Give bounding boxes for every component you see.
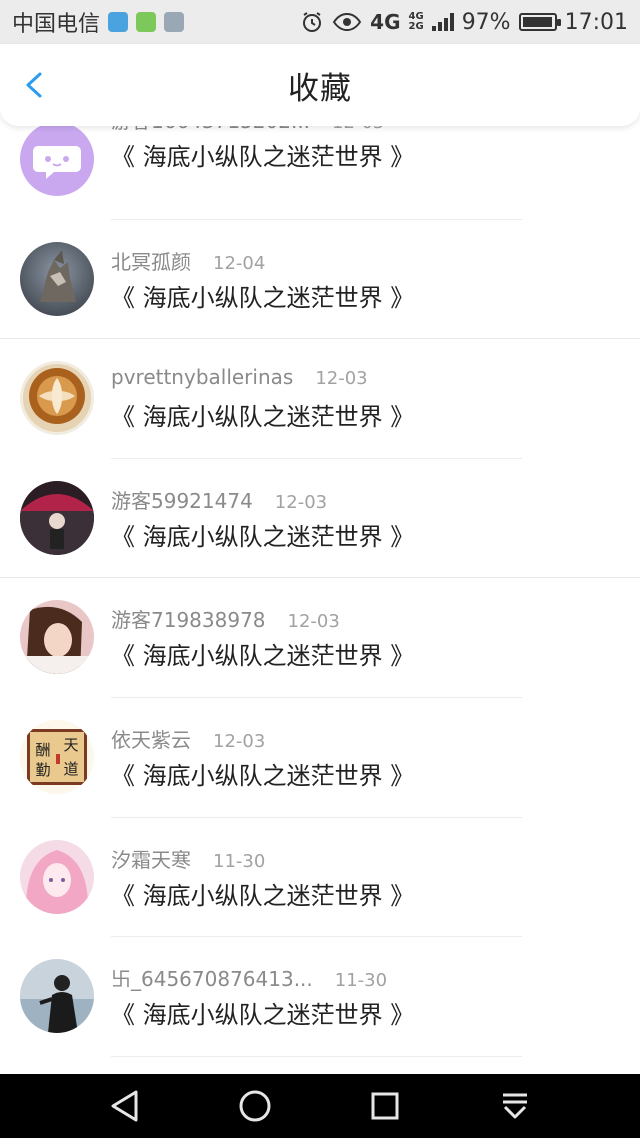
clock: 17:01 <box>564 9 628 35</box>
item-meta: 汐霜天寒 11-30 <box>111 844 265 873</box>
network-2g-small: 2G <box>408 21 424 32</box>
girl-portrait-avatar <box>20 600 94 675</box>
list-item[interactable]: 北冥孤颜 12-04 《 海底小纵队之迷茫世界 》 <box>0 220 640 340</box>
umbrella-avatar <box>20 480 94 555</box>
battery-percent: 97% <box>461 9 511 35</box>
video-title: 《 海底小纵队之迷茫世界 》 <box>111 642 415 671</box>
network-4g-label: 4G <box>370 10 401 34</box>
date: 12-03 <box>287 611 340 633</box>
recents-square-icon[interactable] <box>363 1084 407 1128</box>
username: 游客59921474 <box>111 488 253 513</box>
username: 卐_645670876413... <box>111 967 313 992</box>
list-item[interactable]: 汐霜天寒 11-30 《 海底小纵队之迷茫世界 》 <box>0 818 640 938</box>
video-title: 《 海底小纵队之迷茫世界 》 <box>111 1001 415 1030</box>
system-nav-bar <box>0 1074 640 1138</box>
item-meta: 卐_645670876413... 11-30 <box>111 963 387 992</box>
username: 汐霜天寒 <box>111 847 191 872</box>
alarm-icon <box>303 12 322 32</box>
network-type-indicator: 4G 2G <box>409 12 424 32</box>
battery-icon <box>518 13 561 31</box>
chat-bubble-avatar <box>20 122 94 196</box>
carrier-name: 中国电信 <box>12 12 101 37</box>
latte-art-avatar <box>20 361 94 436</box>
video-title: 《 海底小纵队之迷茫世界 》 <box>111 522 415 551</box>
username: 北冥孤颜 <box>111 249 191 274</box>
anime-girl-avatar <box>20 839 94 914</box>
date: 12-03 <box>274 491 328 513</box>
list-item[interactable]: 游客719838978 12-03 《 海底小纵队之迷茫世界 》 <box>0 578 640 698</box>
video-title: 《 海底小纵队之迷茫世界 》 <box>111 143 415 171</box>
username: pvrettnyballerinas <box>111 365 294 390</box>
list-item[interactable]: 酬 天 勤 道 依天紫云 12-03 《 海底小纵队之迷茫世界 》 <box>0 698 640 818</box>
item-meta: 依天紫云 12-03 <box>111 724 265 753</box>
item-meta: 游客719838978 12-03 <box>111 604 340 633</box>
status-bar-left: 中国电信 <box>12 6 185 38</box>
status-bar: 中国电信 4G 4G 2G 97% 17:01 <box>0 0 640 44</box>
notification-pulldown-icon[interactable] <box>493 1084 537 1128</box>
item-meta: 游客59921474 12-03 <box>111 485 327 514</box>
calligraphy-char-4: 道 <box>63 760 78 778</box>
date: 11-30 <box>213 850 266 872</box>
video-title: 《 海底小纵队之迷茫世界 》 <box>111 881 415 910</box>
app-icon-1 <box>108 12 129 32</box>
header-bar: 收藏 <box>0 44 640 126</box>
seaside-person-avatar <box>20 959 94 1034</box>
item-meta: 北冥孤颜 12-04 <box>111 246 265 275</box>
video-title: 《 海底小纵队之迷茫世界 》 <box>111 403 415 432</box>
video-title: 《 海底小纵队之迷茫世界 》 <box>111 761 415 790</box>
list-item[interactable]: pvrettnyballerinas 12-03 《 海底小纵队之迷茫世界 》 <box>0 339 640 459</box>
status-bar-right: 4G 4G 2G 97% 17:01 <box>300 10 628 35</box>
back-triangle-icon[interactable] <box>103 1084 147 1128</box>
favorites-screen: 中国电信 4G 4G 2G 97% 17:01 《 海底小纵队之迷茫世界 》 北… <box>0 0 640 1138</box>
username: 游客719838978 <box>111 608 266 633</box>
list-item[interactable]: 卐_645670876413... 11-30 《 海底小纵队之迷茫世界 》 <box>0 937 640 1057</box>
date: 12-04 <box>213 252 266 274</box>
battery-fill <box>522 17 552 27</box>
video-title: 《 海底小纵队之迷茫世界 》 <box>111 283 415 312</box>
calligraphy-char-1: 酬 <box>35 741 50 759</box>
eye-icon <box>332 12 362 32</box>
calligraphy-char-3: 勤 <box>35 761 50 779</box>
calligraphy-char-2: 天 <box>63 736 78 754</box>
calligraphy-avatar: 酬 天 勤 道 <box>20 719 94 794</box>
page-title: 收藏 <box>288 70 352 107</box>
favorites-list[interactable]: 游客16643715202...12-05 《 海底小纵队之迷茫世界 》 北冥孤… <box>0 104 640 1074</box>
chevron-left-icon[interactable] <box>18 68 52 102</box>
signal-icon <box>431 13 454 31</box>
date: 12-03 <box>315 368 368 390</box>
home-circle-icon[interactable] <box>233 1084 277 1128</box>
list-item[interactable]: 游客59921474 12-03 《 海底小纵队之迷茫世界 》 <box>0 459 640 579</box>
date: 12-03 <box>213 730 266 752</box>
wolf-avatar <box>20 241 94 316</box>
divider <box>111 1055 522 1057</box>
app-icon-2 <box>136 12 157 32</box>
username: 依天紫云 <box>111 727 191 752</box>
item-meta: pvrettnyballerinas 12-03 <box>111 365 368 389</box>
gallery-icon <box>164 12 185 32</box>
date: 11-30 <box>334 970 388 992</box>
